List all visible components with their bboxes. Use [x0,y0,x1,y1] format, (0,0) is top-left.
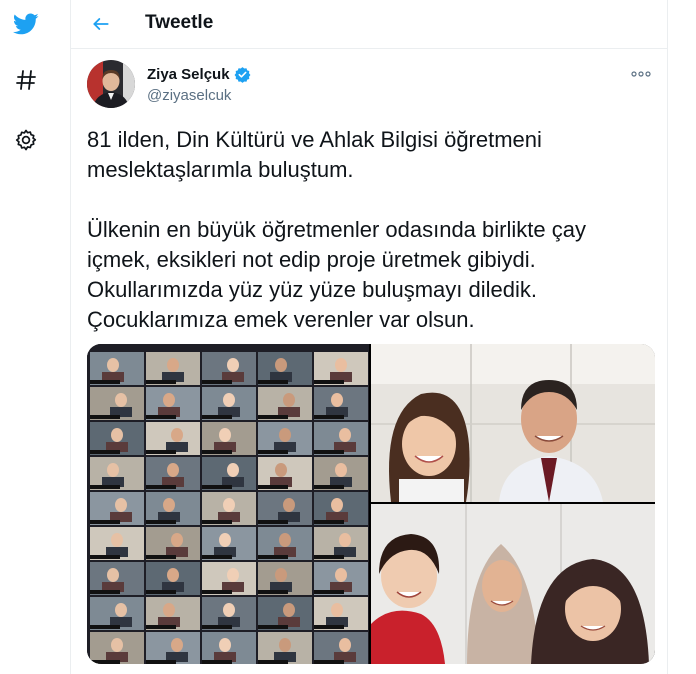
more-horizontal-icon [631,71,651,77]
author-handle[interactable]: @ziyaselcuk [147,87,231,104]
page-title: Tweetle [145,12,214,33]
back-button[interactable] [85,8,117,40]
gear-icon[interactable] [10,124,42,156]
tweet-paragraph: Ülkenin en büyük öğretmenler odasında bi… [87,217,586,332]
arrow-left-icon [93,18,109,30]
hashtag-icon[interactable] [10,64,42,96]
verified-badge-icon [234,67,250,83]
media-image-conference[interactable] [87,344,369,664]
tweet-column: Tweetle Ziya Selçuk @ziyaselcuk 81 ilden… [70,0,668,674]
twitter-bird-icon[interactable] [10,8,42,40]
tweet-text: 81 ilden, Din Kültürü ve Ahlak Bilgisi ö… [87,125,647,335]
sidebar-nav [0,0,70,674]
tweet-paragraph: 81 ilden, Din Kültürü ve Ahlak Bilgisi ö… [87,127,542,182]
author-name[interactable]: Ziya Selçuk [147,66,251,83]
media-image-selfie-2[interactable] [371,504,655,664]
page-header: Tweetle [71,0,667,49]
media-image-selfie-1[interactable] [371,344,655,502]
more-button[interactable] [629,66,653,82]
author-name-text: Ziya Selçuk [147,66,230,83]
avatar[interactable] [87,60,135,108]
media-grid [87,344,655,664]
